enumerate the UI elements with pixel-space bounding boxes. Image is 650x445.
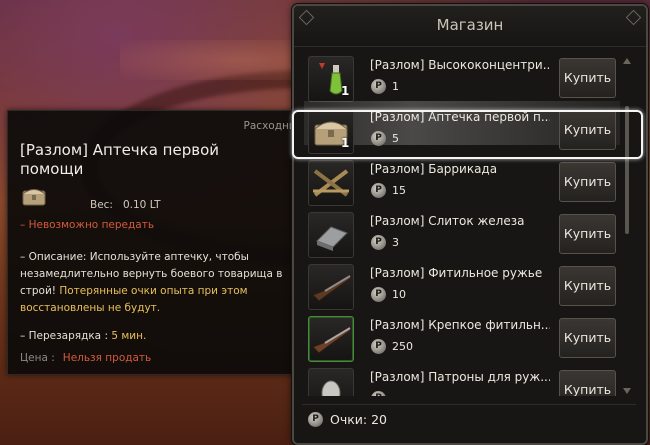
list-scrollbar[interactable]	[623, 58, 631, 394]
tooltip-price-value: Нельзя продать	[62, 352, 152, 364]
currency-icon: P	[371, 131, 386, 146]
buy-button[interactable]: Купить	[559, 318, 616, 358]
item-price: 3	[392, 236, 399, 249]
points-balance: Очки: 20	[330, 412, 387, 427]
shop-item-row[interactable]: [Разлом] Фитильное ружье P 10 Купить	[304, 262, 620, 310]
tooltip-weight: Вес: 0.10 LT	[90, 199, 161, 211]
currency-icon: P	[371, 235, 386, 250]
buy-button[interactable]: Купить	[559, 110, 616, 150]
buy-button[interactable]: Купить	[559, 58, 616, 98]
buy-button[interactable]: Купить	[559, 162, 616, 202]
tooltip-price: Цена : Нельзя продать	[20, 352, 151, 364]
iron-ingot-icon	[308, 212, 354, 258]
item-tooltip: Расходник [Разлом] Аптечка первой помощи…	[7, 110, 309, 375]
shop-title: Магазин	[436, 16, 504, 34]
shop-window: Магазин 1 [Разлом] Высококонцентри... P …	[292, 4, 648, 445]
shop-item-row[interactable]: [Разлом] Крепкое фитильн... P 250 Купить	[304, 314, 620, 362]
item-name: [Разлом] Слиток железа	[370, 214, 525, 228]
currency-icon: P	[371, 391, 386, 396]
shop-item-list[interactable]: 1 [Разлом] Высококонцентри... P 1 Купить…	[304, 54, 620, 396]
item-name: [Разлом] Крепкое фитильн...	[370, 318, 550, 332]
buy-button[interactable]: Купить	[559, 214, 616, 254]
item-name: [Разлом] Высококонцентри...	[370, 58, 550, 72]
barricade-icon	[308, 160, 354, 206]
item-price: 15	[392, 184, 406, 197]
medkit-chest-icon	[21, 183, 47, 209]
shop-header: Магазин	[294, 6, 646, 47]
tooltip-weight-label: Вес:	[90, 199, 113, 211]
shop-item-row[interactable]: [Разлом] Баррикада P 15 Купить	[304, 158, 620, 206]
currency-icon: P	[308, 412, 323, 427]
tooltip-cooldown-label: – Перезарядка :	[20, 330, 108, 342]
shop-footer: P Очки: 20	[302, 404, 636, 433]
tooltip-cooldown-value: 5 мин.	[111, 330, 147, 342]
item-price: 10	[392, 288, 406, 301]
item-quantity: 1	[341, 136, 350, 150]
bullet-icon	[308, 368, 354, 396]
sturdy-musket-icon	[308, 316, 354, 362]
shop-item-row[interactable]: 1 [Разлом] Высококонцентри... P 1 Купить	[304, 54, 620, 102]
shop-item-row[interactable]: [Разлом] Слиток железа P 3 Купить	[304, 210, 620, 258]
item-price: 5	[392, 132, 399, 145]
buy-button[interactable]: Купить	[559, 370, 616, 396]
shop-item-row[interactable]: [Разлом] Патроны для руж... P Купить	[304, 366, 620, 396]
scrollbar-thumb[interactable]	[625, 106, 629, 234]
tooltip-description: – Описание: Используйте аптечку, чтобы н…	[20, 249, 305, 317]
scroll-up-arrow-icon[interactable]	[623, 58, 631, 64]
shop-item-row[interactable]: 1 [Разлом] Аптечка первой п... P 5 Купит…	[304, 101, 620, 154]
tooltip-weight-value: 0.10 LT	[122, 199, 161, 211]
tooltip-price-label: Цена :	[20, 352, 55, 364]
currency-icon: P	[371, 183, 386, 198]
item-name: [Разлом] Баррикада	[370, 162, 498, 176]
item-name: [Разлом] Патроны для руж...	[370, 370, 550, 384]
scroll-down-arrow-icon[interactable]	[623, 388, 631, 394]
item-price: 250	[392, 340, 413, 353]
buy-button[interactable]: Купить	[559, 266, 616, 306]
currency-icon: P	[371, 79, 386, 94]
currency-icon: P	[371, 287, 386, 302]
item-quantity: 1	[341, 84, 350, 98]
musket-icon	[308, 264, 354, 310]
tooltip-untradeable: – Невозможно передать	[20, 219, 155, 231]
tooltip-cooldown: – Перезарядка : 5 мин.	[20, 330, 146, 342]
tooltip-title: [Разлом] Аптечка первой помощи	[20, 141, 220, 178]
item-name: [Разлом] Фитильное ружье	[370, 266, 543, 280]
item-price: 1	[392, 80, 399, 93]
currency-icon: P	[371, 339, 386, 354]
item-name: [Разлом] Аптечка первой п...	[370, 110, 550, 124]
